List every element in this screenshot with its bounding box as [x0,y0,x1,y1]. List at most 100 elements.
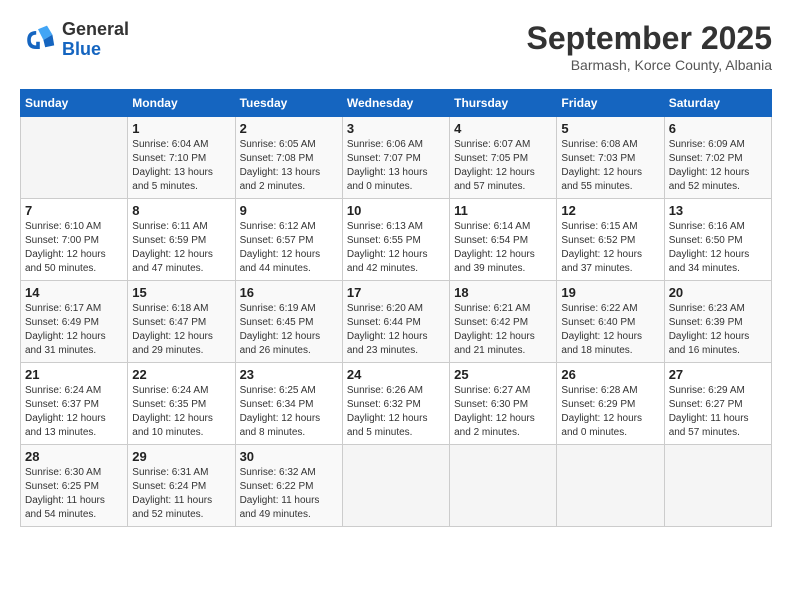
day-number: 3 [347,121,445,136]
day-number: 10 [347,203,445,218]
calendar-cell [557,445,664,527]
day-info: Sunrise: 6:13 AM Sunset: 6:55 PM Dayligh… [347,220,445,276]
calendar-cell: 27 Sunrise: 6:29 AM Sunset: 6:27 PM Dayli… [664,363,771,445]
calendar-cell: 25 Sunrise: 6:27 AM Sunset: 6:30 PM Dayli… [450,363,557,445]
calendar-cell: 13 Sunrise: 6:16 AM Sunset: 6:50 PM Dayli… [664,199,771,281]
day-info: Sunrise: 6:31 AM Sunset: 6:24 PM Dayligh… [132,466,230,522]
day-info: Sunrise: 6:12 AM Sunset: 6:57 PM Dayligh… [240,220,338,276]
day-number: 24 [347,367,445,382]
day-info: Sunrise: 6:25 AM Sunset: 6:34 PM Dayligh… [240,384,338,440]
day-info: Sunrise: 6:20 AM Sunset: 6:44 PM Dayligh… [347,302,445,358]
day-number: 14 [25,285,123,300]
calendar-cell: 18Sunrise: 6:21 AM Sunset: 6:42 PM Dayli… [450,281,557,363]
month-title: September 2025 [527,20,772,57]
day-number: 6 [669,121,767,136]
calendar-cell: 26 Sunrise: 6:28 AM Sunset: 6:29 PM Dayli… [557,363,664,445]
day-number: 28 [25,449,123,464]
calendar-body: 1Sunrise: 6:04 AM Sunset: 7:10 PM Daylig… [21,117,772,527]
calendar-cell: 2 Sunrise: 6:05 AM Sunset: 7:08 PM Daylig… [235,117,342,199]
day-number: 2 [240,121,338,136]
day-info: Sunrise: 6:29 AM Sunset: 6:27 PM Dayligh… [669,384,767,440]
day-number: 11 [454,203,552,218]
day-info: Sunrise: 6:06 AM Sunset: 7:07 PM Dayligh… [347,138,445,194]
calendar-cell: 23 Sunrise: 6:25 AM Sunset: 6:34 PM Dayli… [235,363,342,445]
day-number: 8 [132,203,230,218]
day-info: Sunrise: 6:08 AM Sunset: 7:03 PM Dayligh… [561,138,659,194]
calendar-cell: 3 Sunrise: 6:06 AM Sunset: 7:07 PM Daylig… [342,117,449,199]
day-info: Sunrise: 6:10 AM Sunset: 7:00 PM Dayligh… [25,220,123,276]
calendar-cell: 29Sunrise: 6:31 AM Sunset: 6:24 PM Dayli… [128,445,235,527]
calendar-cell: 28 Sunrise: 6:30 AM Sunset: 6:25 PM Dayli… [21,445,128,527]
day-info: Sunrise: 6:24 AM Sunset: 6:37 PM Dayligh… [25,384,123,440]
day-info: Sunrise: 6:11 AM Sunset: 6:59 PM Dayligh… [132,220,230,276]
day-number: 17 [347,285,445,300]
day-info: Sunrise: 6:07 AM Sunset: 7:05 PM Dayligh… [454,138,552,194]
calendar-week-2: 7Sunrise: 6:10 AM Sunset: 7:00 PM Daylig… [21,199,772,281]
calendar-cell: 7Sunrise: 6:10 AM Sunset: 7:00 PM Daylig… [21,199,128,281]
day-info: Sunrise: 6:18 AM Sunset: 6:47 PM Dayligh… [132,302,230,358]
calendar-cell: 1Sunrise: 6:04 AM Sunset: 7:10 PM Daylig… [128,117,235,199]
title-block: September 2025 Barmash, Korce County, Al… [527,20,772,73]
day-number: 18 [454,285,552,300]
calendar-cell: 12 Sunrise: 6:15 AM Sunset: 6:52 PM Dayli… [557,199,664,281]
day-info: Sunrise: 6:28 AM Sunset: 6:29 PM Dayligh… [561,384,659,440]
calendar-cell: 15Sunrise: 6:18 AM Sunset: 6:47 PM Dayli… [128,281,235,363]
page-header: General Blue September 2025 Barmash, Kor… [20,20,772,73]
calendar-cell [342,445,449,527]
calendar-table: SundayMondayTuesdayWednesdayThursdayFrid… [20,89,772,527]
day-info: Sunrise: 6:04 AM Sunset: 7:10 PM Dayligh… [132,138,230,194]
day-number: 22 [132,367,230,382]
day-header-thursday: Thursday [450,90,557,117]
day-number: 27 [669,367,767,382]
calendar-cell [21,117,128,199]
logo-blue-text: Blue [62,39,101,59]
day-info: Sunrise: 6:17 AM Sunset: 6:49 PM Dayligh… [25,302,123,358]
calendar-cell: 9 Sunrise: 6:12 AM Sunset: 6:57 PM Daylig… [235,199,342,281]
calendar-cell: 11Sunrise: 6:14 AM Sunset: 6:54 PM Dayli… [450,199,557,281]
calendar-cell: 30 Sunrise: 6:32 AM Sunset: 6:22 PM Dayli… [235,445,342,527]
day-info: Sunrise: 6:30 AM Sunset: 6:25 PM Dayligh… [25,466,123,522]
calendar-cell: 22Sunrise: 6:24 AM Sunset: 6:35 PM Dayli… [128,363,235,445]
day-number: 19 [561,285,659,300]
day-number: 13 [669,203,767,218]
calendar-cell: 19 Sunrise: 6:22 AM Sunset: 6:40 PM Dayli… [557,281,664,363]
calendar-header-row: SundayMondayTuesdayWednesdayThursdayFrid… [21,90,772,117]
day-number: 9 [240,203,338,218]
calendar-cell: 24 Sunrise: 6:26 AM Sunset: 6:32 PM Dayli… [342,363,449,445]
day-header-monday: Monday [128,90,235,117]
day-info: Sunrise: 6:22 AM Sunset: 6:40 PM Dayligh… [561,302,659,358]
calendar-week-3: 14 Sunrise: 6:17 AM Sunset: 6:49 PM Dayli… [21,281,772,363]
logo-general-text: General [62,19,129,39]
day-number: 25 [454,367,552,382]
day-number: 20 [669,285,767,300]
day-header-sunday: Sunday [21,90,128,117]
calendar-cell: 8 Sunrise: 6:11 AM Sunset: 6:59 PM Daylig… [128,199,235,281]
day-info: Sunrise: 6:27 AM Sunset: 6:30 PM Dayligh… [454,384,552,440]
day-number: 4 [454,121,552,136]
calendar-cell: 10 Sunrise: 6:13 AM Sunset: 6:55 PM Dayli… [342,199,449,281]
calendar-cell: 6Sunrise: 6:09 AM Sunset: 7:02 PM Daylig… [664,117,771,199]
location-subtitle: Barmash, Korce County, Albania [527,57,772,73]
calendar-cell [450,445,557,527]
day-info: Sunrise: 6:05 AM Sunset: 7:08 PM Dayligh… [240,138,338,194]
calendar-cell: 5Sunrise: 6:08 AM Sunset: 7:03 PM Daylig… [557,117,664,199]
calendar-week-1: 1Sunrise: 6:04 AM Sunset: 7:10 PM Daylig… [21,117,772,199]
day-number: 26 [561,367,659,382]
day-number: 23 [240,367,338,382]
calendar-cell [664,445,771,527]
calendar-cell: 17 Sunrise: 6:20 AM Sunset: 6:44 PM Dayli… [342,281,449,363]
day-header-saturday: Saturday [664,90,771,117]
day-info: Sunrise: 6:32 AM Sunset: 6:22 PM Dayligh… [240,466,338,522]
calendar-week-5: 28 Sunrise: 6:30 AM Sunset: 6:25 PM Dayli… [21,445,772,527]
day-header-friday: Friday [557,90,664,117]
logo-icon [20,22,56,58]
day-number: 12 [561,203,659,218]
day-number: 16 [240,285,338,300]
day-number: 30 [240,449,338,464]
day-info: Sunrise: 6:16 AM Sunset: 6:50 PM Dayligh… [669,220,767,276]
day-info: Sunrise: 6:26 AM Sunset: 6:32 PM Dayligh… [347,384,445,440]
calendar-cell: 16Sunrise: 6:19 AM Sunset: 6:45 PM Dayli… [235,281,342,363]
day-info: Sunrise: 6:15 AM Sunset: 6:52 PM Dayligh… [561,220,659,276]
calendar-cell: 14 Sunrise: 6:17 AM Sunset: 6:49 PM Dayli… [21,281,128,363]
calendar-cell: 4 Sunrise: 6:07 AM Sunset: 7:05 PM Daylig… [450,117,557,199]
